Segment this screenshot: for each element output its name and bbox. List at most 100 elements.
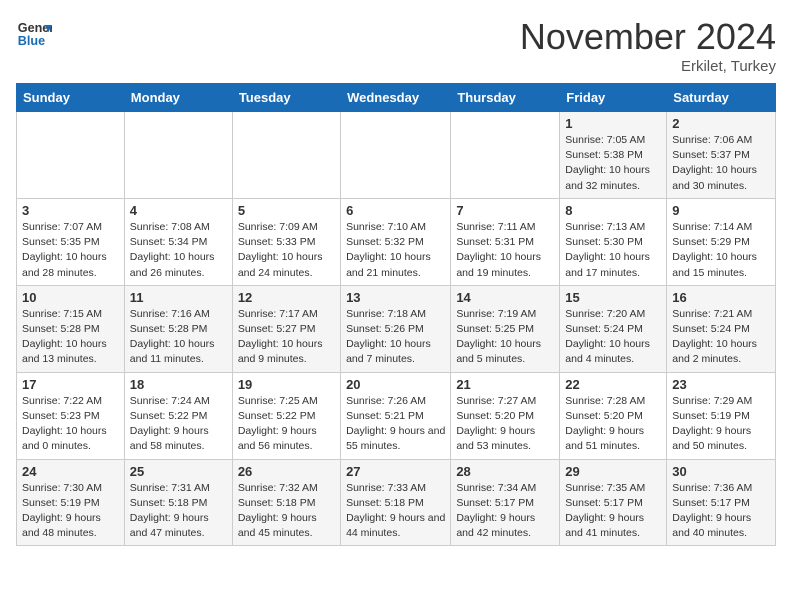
week-row-3: 10 Sunrise: 7:15 AM Sunset: 5:28 PM Dayli… bbox=[17, 285, 776, 372]
logo: General Blue bbox=[16, 16, 52, 52]
day-number: 29 bbox=[565, 464, 661, 479]
day-cell: 27Sunrise: 7:33 AM Sunset: 5:18 PM Dayli… bbox=[341, 459, 451, 546]
day-cell: 9Sunrise: 7:14 AM Sunset: 5:29 PM Daylig… bbox=[667, 198, 776, 285]
day-cell: 29Sunrise: 7:35 AM Sunset: 5:17 PM Dayli… bbox=[560, 459, 667, 546]
day-number: 6 bbox=[346, 203, 445, 218]
calendar-header: SundayMondayTuesdayWednesdayThursdayFrid… bbox=[17, 84, 776, 112]
day-cell: 23Sunrise: 7:29 AM Sunset: 5:19 PM Dayli… bbox=[667, 372, 776, 459]
day-info: Sunrise: 7:09 AM Sunset: 5:33 PM Dayligh… bbox=[238, 220, 335, 281]
day-cell: 11Sunrise: 7:16 AM Sunset: 5:28 PM Dayli… bbox=[124, 285, 232, 372]
day-info: Sunrise: 7:33 AM Sunset: 5:18 PM Dayligh… bbox=[346, 481, 445, 542]
day-info: Sunrise: 7:13 AM Sunset: 5:30 PM Dayligh… bbox=[565, 220, 661, 281]
day-cell bbox=[232, 112, 340, 199]
day-number: 30 bbox=[672, 464, 770, 479]
day-cell: 4 Sunrise: 7:08 AM Sunset: 5:34 PM Daylig… bbox=[124, 198, 232, 285]
weekday-header-friday: Friday bbox=[560, 84, 667, 112]
day-number: 2 bbox=[672, 116, 770, 131]
day-cell: 13 Sunrise: 7:18 AM Sunset: 5:26 PM Dayli… bbox=[341, 285, 451, 372]
day-info: Sunrise: 7:16 AM Sunset: 5:28 PM Dayligh… bbox=[130, 307, 227, 368]
day-number: 12 bbox=[238, 290, 335, 305]
day-info: Sunrise: 7:20 AM Sunset: 5:24 PM Dayligh… bbox=[565, 307, 661, 368]
day-cell: 22Sunrise: 7:28 AM Sunset: 5:20 PM Dayli… bbox=[560, 372, 667, 459]
week-row-5: 24 Sunrise: 7:30 AM Sunset: 5:19 PM Dayli… bbox=[17, 459, 776, 546]
day-info: Sunrise: 7:07 AM Sunset: 5:35 PM Dayligh… bbox=[22, 220, 119, 281]
day-number: 9 bbox=[672, 203, 770, 218]
day-number: 5 bbox=[238, 203, 335, 218]
day-number: 17 bbox=[22, 377, 119, 392]
weekday-header-wednesday: Wednesday bbox=[341, 84, 451, 112]
day-cell: 1Sunrise: 7:05 AM Sunset: 5:38 PM Daylig… bbox=[560, 112, 667, 199]
svg-text:Blue: Blue bbox=[18, 34, 45, 48]
day-cell: 17 Sunrise: 7:22 AM Sunset: 5:23 PM Dayli… bbox=[17, 372, 125, 459]
day-cell: 5 Sunrise: 7:09 AM Sunset: 5:33 PM Daylig… bbox=[232, 198, 340, 285]
day-cell: 19 Sunrise: 7:25 AM Sunset: 5:22 PM Dayli… bbox=[232, 372, 340, 459]
day-cell: 16Sunrise: 7:21 AM Sunset: 5:24 PM Dayli… bbox=[667, 285, 776, 372]
day-info: Sunrise: 7:25 AM Sunset: 5:22 PM Dayligh… bbox=[238, 394, 335, 455]
day-number: 14 bbox=[456, 290, 554, 305]
week-row-4: 17 Sunrise: 7:22 AM Sunset: 5:23 PM Dayli… bbox=[17, 372, 776, 459]
day-info: Sunrise: 7:32 AM Sunset: 5:18 PM Dayligh… bbox=[238, 481, 335, 542]
day-number: 3 bbox=[22, 203, 119, 218]
day-cell: 24 Sunrise: 7:30 AM Sunset: 5:19 PM Dayli… bbox=[17, 459, 125, 546]
day-info: Sunrise: 7:22 AM Sunset: 5:23 PM Dayligh… bbox=[22, 394, 119, 455]
day-info: Sunrise: 7:17 AM Sunset: 5:27 PM Dayligh… bbox=[238, 307, 335, 368]
day-cell: 25 Sunrise: 7:31 AM Sunset: 5:18 PM Dayli… bbox=[124, 459, 232, 546]
day-number: 19 bbox=[238, 377, 335, 392]
week-row-2: 3 Sunrise: 7:07 AM Sunset: 5:35 PM Daylig… bbox=[17, 198, 776, 285]
day-cell: 7 Sunrise: 7:11 AM Sunset: 5:31 PM Daylig… bbox=[451, 198, 560, 285]
day-info: Sunrise: 7:26 AM Sunset: 5:21 PM Dayligh… bbox=[346, 394, 445, 455]
day-info: Sunrise: 7:28 AM Sunset: 5:20 PM Dayligh… bbox=[565, 394, 661, 455]
location: Erkilet, Turkey bbox=[520, 58, 776, 75]
day-info: Sunrise: 7:11 AM Sunset: 5:31 PM Dayligh… bbox=[456, 220, 554, 281]
calendar-table: SundayMondayTuesdayWednesdayThursdayFrid… bbox=[16, 83, 776, 546]
month-title: November 2024 bbox=[520, 16, 776, 58]
day-cell bbox=[341, 112, 451, 199]
day-number: 28 bbox=[456, 464, 554, 479]
day-number: 4 bbox=[130, 203, 227, 218]
day-cell: 28 Sunrise: 7:34 AM Sunset: 5:17 PM Dayli… bbox=[451, 459, 560, 546]
day-number: 18 bbox=[130, 377, 227, 392]
day-info: Sunrise: 7:06 AM Sunset: 5:37 PM Dayligh… bbox=[672, 133, 770, 194]
day-info: Sunrise: 7:15 AM Sunset: 5:28 PM Dayligh… bbox=[22, 307, 119, 368]
day-number: 26 bbox=[238, 464, 335, 479]
day-cell: 14 Sunrise: 7:19 AM Sunset: 5:25 PM Dayli… bbox=[451, 285, 560, 372]
day-cell bbox=[124, 112, 232, 199]
day-cell: 26 Sunrise: 7:32 AM Sunset: 5:18 PM Dayli… bbox=[232, 459, 340, 546]
day-info: Sunrise: 7:18 AM Sunset: 5:26 PM Dayligh… bbox=[346, 307, 445, 368]
day-info: Sunrise: 7:36 AM Sunset: 5:17 PM Dayligh… bbox=[672, 481, 770, 542]
week-row-1: 1Sunrise: 7:05 AM Sunset: 5:38 PM Daylig… bbox=[17, 112, 776, 199]
day-number: 7 bbox=[456, 203, 554, 218]
day-number: 13 bbox=[346, 290, 445, 305]
day-number: 8 bbox=[565, 203, 661, 218]
title-block: November 2024 Erkilet, Turkey bbox=[520, 16, 776, 75]
day-number: 21 bbox=[456, 377, 554, 392]
logo-icon: General Blue bbox=[16, 16, 52, 52]
day-number: 1 bbox=[565, 116, 661, 131]
day-info: Sunrise: 7:27 AM Sunset: 5:20 PM Dayligh… bbox=[456, 394, 554, 455]
weekday-header-sunday: Sunday bbox=[17, 84, 125, 112]
day-info: Sunrise: 7:29 AM Sunset: 5:19 PM Dayligh… bbox=[672, 394, 770, 455]
day-cell: 10 Sunrise: 7:15 AM Sunset: 5:28 PM Dayli… bbox=[17, 285, 125, 372]
day-info: Sunrise: 7:31 AM Sunset: 5:18 PM Dayligh… bbox=[130, 481, 227, 542]
day-cell: 20Sunrise: 7:26 AM Sunset: 5:21 PM Dayli… bbox=[341, 372, 451, 459]
day-cell: 30 Sunrise: 7:36 AM Sunset: 5:17 PM Dayli… bbox=[667, 459, 776, 546]
day-info: Sunrise: 7:34 AM Sunset: 5:17 PM Dayligh… bbox=[456, 481, 554, 542]
day-cell: 12 Sunrise: 7:17 AM Sunset: 5:27 PM Dayli… bbox=[232, 285, 340, 372]
day-info: Sunrise: 7:19 AM Sunset: 5:25 PM Dayligh… bbox=[456, 307, 554, 368]
day-number: 24 bbox=[22, 464, 119, 479]
day-info: Sunrise: 7:30 AM Sunset: 5:19 PM Dayligh… bbox=[22, 481, 119, 542]
day-cell bbox=[451, 112, 560, 199]
day-cell: 6Sunrise: 7:10 AM Sunset: 5:32 PM Daylig… bbox=[341, 198, 451, 285]
page-header: General Blue November 2024 Erkilet, Turk… bbox=[16, 16, 776, 75]
day-info: Sunrise: 7:08 AM Sunset: 5:34 PM Dayligh… bbox=[130, 220, 227, 281]
day-cell: 3 Sunrise: 7:07 AM Sunset: 5:35 PM Daylig… bbox=[17, 198, 125, 285]
day-number: 15 bbox=[565, 290, 661, 305]
day-number: 25 bbox=[130, 464, 227, 479]
day-cell: 2 Sunrise: 7:06 AM Sunset: 5:37 PM Daylig… bbox=[667, 112, 776, 199]
weekday-header-tuesday: Tuesday bbox=[232, 84, 340, 112]
day-cell: 8 Sunrise: 7:13 AM Sunset: 5:30 PM Daylig… bbox=[560, 198, 667, 285]
day-number: 10 bbox=[22, 290, 119, 305]
day-cell: 18Sunrise: 7:24 AM Sunset: 5:22 PM Dayli… bbox=[124, 372, 232, 459]
day-info: Sunrise: 7:21 AM Sunset: 5:24 PM Dayligh… bbox=[672, 307, 770, 368]
weekday-header-saturday: Saturday bbox=[667, 84, 776, 112]
